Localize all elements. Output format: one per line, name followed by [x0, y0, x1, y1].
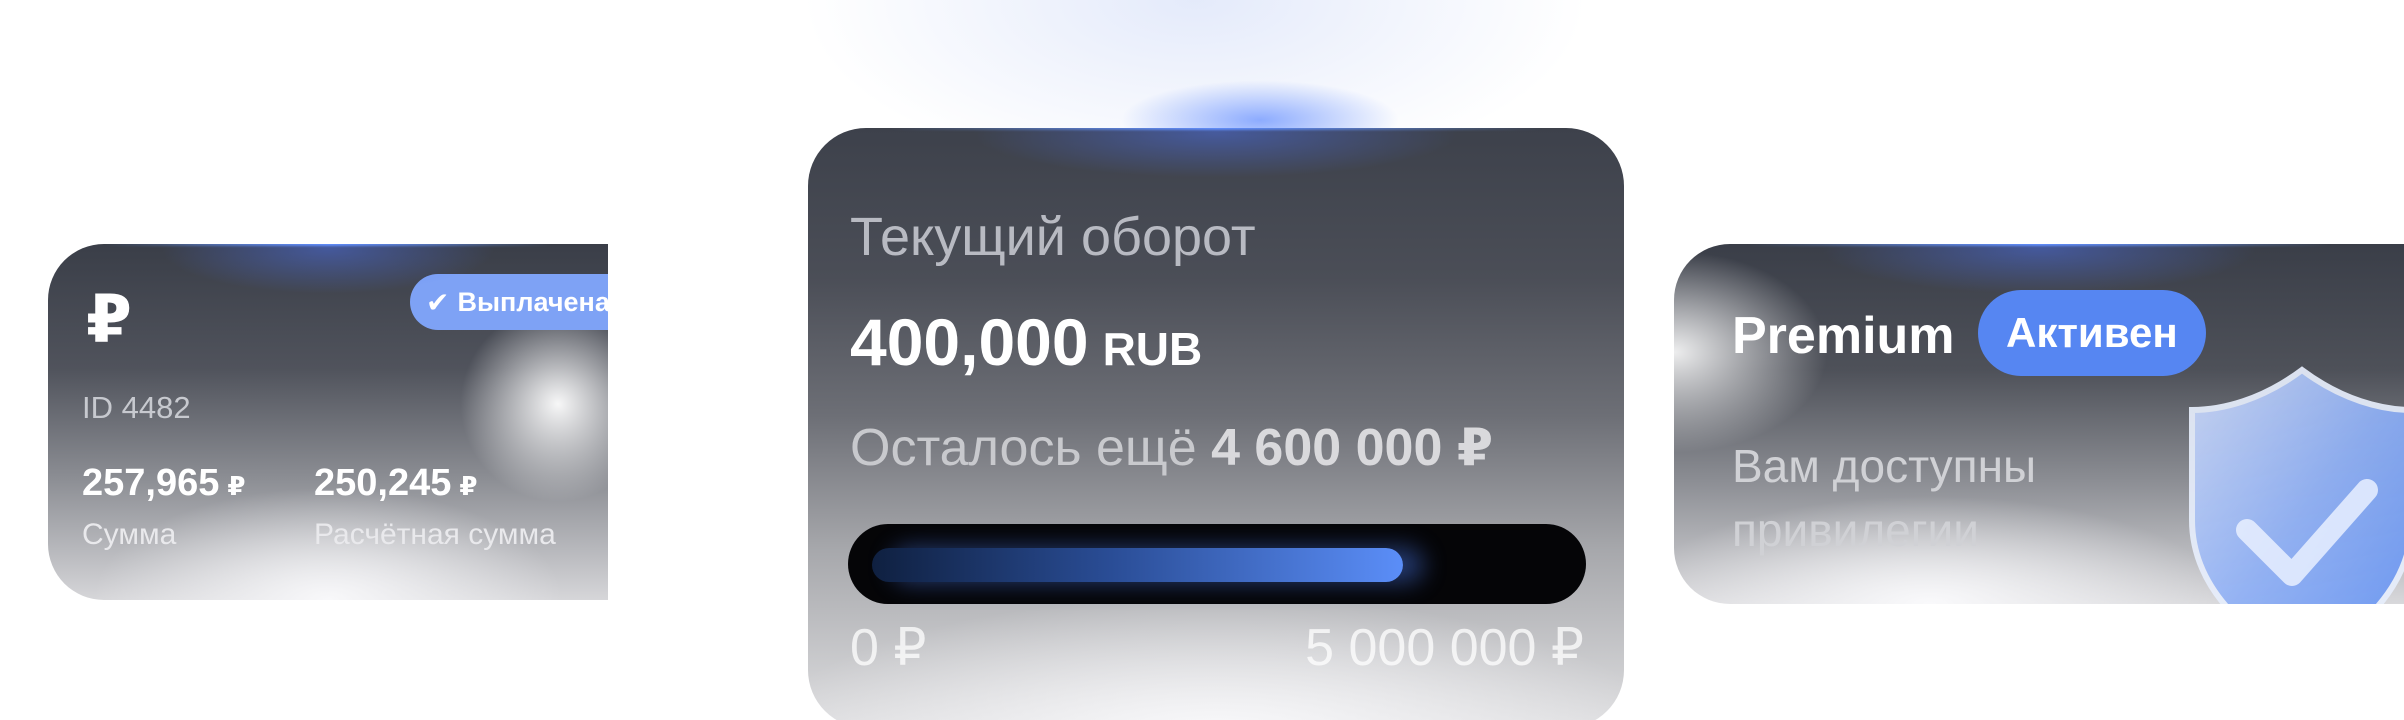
turnover-number: 400,000 [850, 305, 1089, 379]
status-badge-paid: ✔ Выплачена [410, 274, 608, 330]
settlement-number: 250,245 [314, 462, 452, 504]
progress-track [848, 524, 1586, 604]
settlement-value: 250,245 ₽ [314, 462, 477, 505]
turnover-value: 400,000 RUB [850, 304, 1202, 380]
privileges-text: Вам доступны привилегии [1732, 440, 2037, 556]
progress-fill [872, 548, 1404, 582]
remaining-amount: 4 600 000 ₽ [1211, 419, 1494, 477]
turnover-title: Текущий оборот [850, 207, 1256, 267]
status-badge-label: Выплачена [457, 286, 608, 317]
turnover-card[interactable]: Текущий оборот 400,000 RUB Осталось ещё 4… [808, 128, 1624, 720]
plan-name: Premium [1732, 307, 1955, 365]
shield-check-icon [2189, 366, 2404, 604]
remaining-text: Осталось ещё 4 600 000 ₽ [850, 418, 1493, 478]
turnover-currency: RUB [1102, 323, 1203, 375]
premium-card[interactable]: Premium Активен Вам доступны привилегии [1674, 244, 2404, 604]
amount-currency: ₽ [227, 471, 246, 501]
amount-value: 257,965 ₽ [82, 462, 245, 505]
settlement-currency: ₽ [459, 471, 478, 501]
scale-min-label: 0 ₽ [850, 619, 927, 677]
checkmark-icon: ✔ [426, 286, 450, 318]
settlement-caption: Расчётная сумма [314, 518, 556, 551]
payout-id: ID 4482 [82, 390, 191, 425]
ruble-icon: ₽ [86, 282, 132, 356]
scale-max-label: 5 000 000 ₽ [1305, 619, 1584, 677]
remaining-prefix: Осталось ещё [850, 419, 1197, 477]
payout-card[interactable]: ₽ ✔ Выплачена ID 4482 257,965 ₽ Сумма 250… [48, 244, 608, 600]
stage: ₽ ✔ Выплачена ID 4482 257,965 ₽ Сумма 250… [0, 0, 2404, 720]
amount-number: 257,965 [82, 462, 220, 504]
amount-caption: Сумма [82, 518, 177, 551]
